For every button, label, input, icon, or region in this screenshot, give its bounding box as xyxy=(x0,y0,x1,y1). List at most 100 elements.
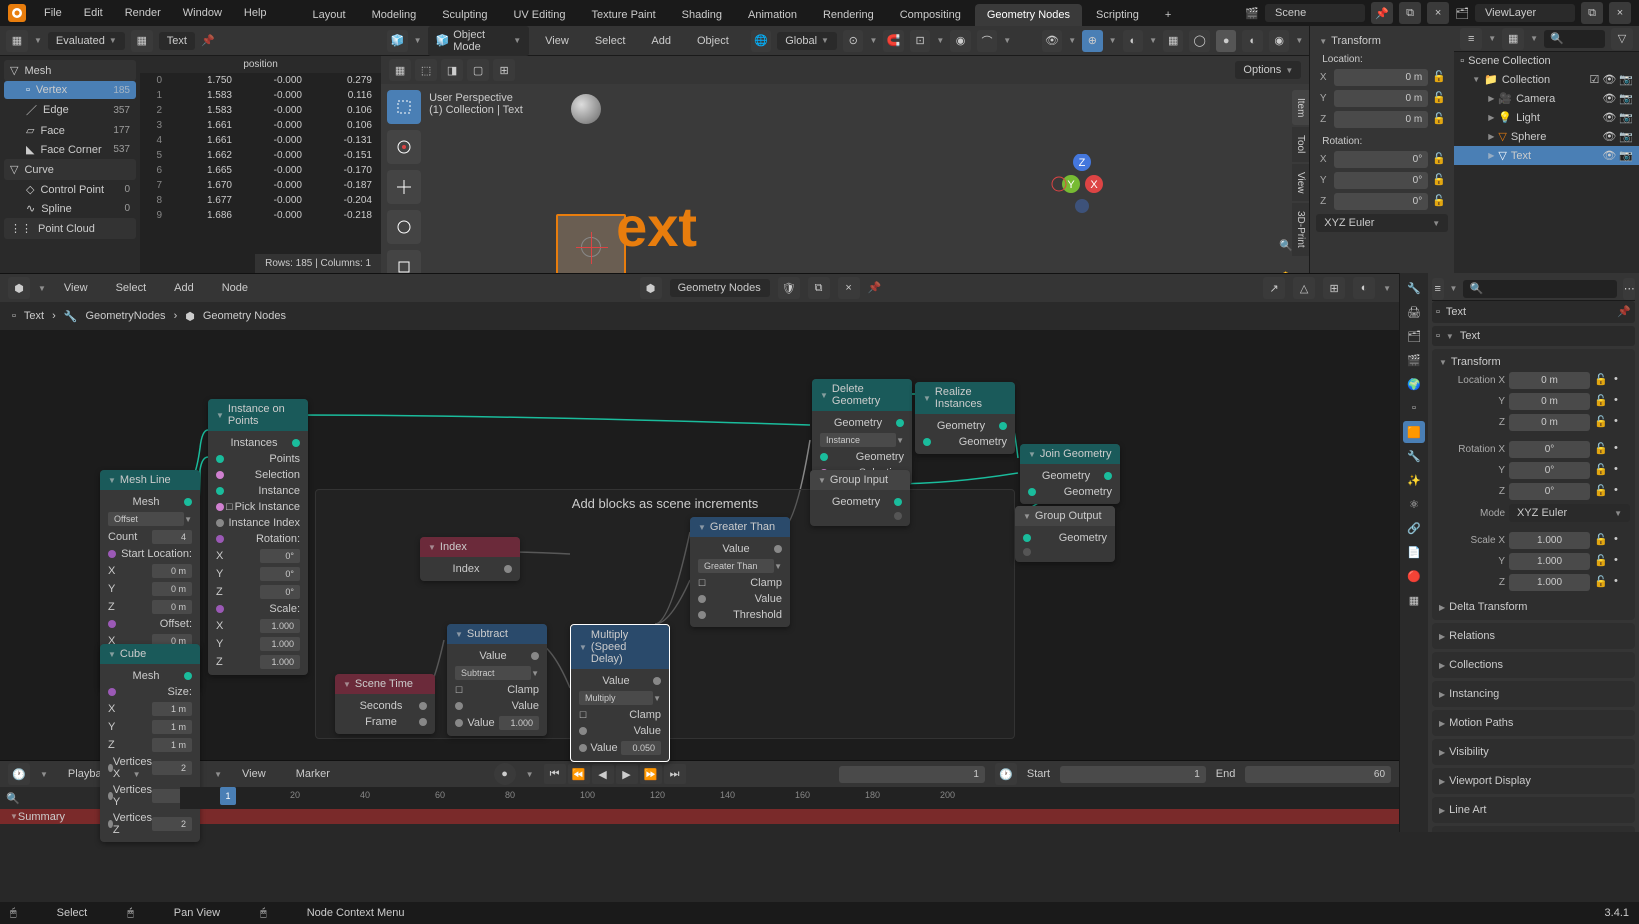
eval-dropdown[interactable]: Evaluated▼ xyxy=(48,32,125,50)
lock-icon[interactable]: 🔓 xyxy=(1594,415,1610,431)
table-row[interactable]: 81.677-0.000-0.204 xyxy=(140,193,381,208)
editor-type-icon[interactable]: ⬢ xyxy=(8,277,30,299)
3d-viewport[interactable]: User Perspective (1) Collection | Text xyxy=(381,84,1309,273)
blender-logo-icon[interactable] xyxy=(8,4,26,22)
sel-box-icon[interactable]: ⬚ xyxy=(415,59,437,81)
shield-icon[interactable]: 🛡 xyxy=(778,277,800,299)
rotation-field[interactable]: 0° xyxy=(1334,193,1428,210)
tab-output[interactable]: 🖨 xyxy=(1403,301,1425,323)
node-multiply[interactable]: ▼Multiply (Speed Delay) Value Multiply▼ … xyxy=(570,624,670,762)
mesh-header[interactable]: ▽Mesh xyxy=(4,60,136,81)
sel-all-icon[interactable]: ▦ xyxy=(389,59,411,81)
sel-none-icon[interactable]: ▢ xyxy=(467,59,489,81)
transform-field[interactable]: 1.000 xyxy=(1509,574,1590,591)
tab-shading[interactable]: Shading xyxy=(670,4,734,26)
ne-select[interactable]: Select xyxy=(106,278,157,298)
timeline-track[interactable]: 1 20406080100120140160180200 xyxy=(180,787,1399,809)
node-scenetime[interactable]: ▼Scene Time Seconds Frame xyxy=(335,674,435,734)
col-header[interactable]: position xyxy=(140,56,381,73)
nodetree-icon[interactable]: ⬢ xyxy=(640,277,662,299)
propedit-icon[interactable]: ◉ xyxy=(950,30,970,52)
shade-matprev-icon[interactable]: ◐ xyxy=(1242,30,1262,52)
pin-icon[interactable]: 📌 xyxy=(868,281,882,295)
section-header[interactable]: ▶Visibility xyxy=(1437,744,1630,760)
tab-physics[interactable]: ⚛ xyxy=(1403,493,1425,515)
node-group-input[interactable]: ▼Group Input Geometry xyxy=(810,470,910,526)
section-header[interactable]: ▶Custom Properties xyxy=(1437,831,1630,832)
table-row[interactable]: 41.661-0.000-0.131 xyxy=(140,133,381,148)
layer-copy-icon[interactable]: ⧉ xyxy=(1581,2,1603,24)
menu-edit[interactable]: Edit xyxy=(74,3,113,23)
options-dropdown[interactable]: Options▼ xyxy=(1235,61,1301,79)
dot-icon[interactable]: • xyxy=(1614,415,1630,431)
lock-icon[interactable]: 🔓 xyxy=(1594,442,1610,458)
node-greater-than[interactable]: ▼Greater Than Value Greater Than▼ ☐Clamp… xyxy=(690,517,790,627)
collection[interactable]: ▼📁 Collection ☑👁📷 xyxy=(1454,70,1639,89)
tab-animation[interactable]: Animation xyxy=(736,4,809,26)
checkbox-icon[interactable]: ☑ xyxy=(1589,73,1599,86)
ne-btn2[interactable]: △ xyxy=(1293,277,1315,299)
table-row[interactable]: 51.662-0.000-0.151 xyxy=(140,148,381,163)
tab-viewlayer[interactable]: 🗂 xyxy=(1403,325,1425,347)
vp-select[interactable]: Select xyxy=(585,31,636,51)
editor-type-icon[interactable]: 🧊 xyxy=(387,30,407,52)
tab-world[interactable]: 🌍 xyxy=(1403,373,1425,395)
eye-icon[interactable]: 👁 xyxy=(1602,111,1616,124)
dot-icon[interactable]: • xyxy=(1614,484,1630,500)
node-group-output[interactable]: ▼Group Output Geometry xyxy=(1015,506,1115,562)
camera-icon[interactable]: 📷 xyxy=(1619,111,1633,124)
tab-scripting[interactable]: Scripting xyxy=(1084,4,1151,26)
lock-icon[interactable]: 🔓 xyxy=(1432,91,1448,107)
ne-view[interactable]: View xyxy=(54,278,98,298)
node-instance-on-points[interactable]: ▼Instance on Points Instances Points Sel… xyxy=(208,399,308,675)
scene-collection[interactable]: ▫ Scene Collection xyxy=(1454,52,1639,70)
dot-icon[interactable]: • xyxy=(1614,373,1630,389)
current-frame-field[interactable]: 1 xyxy=(839,766,985,783)
location-field[interactable]: 0 m xyxy=(1334,69,1428,86)
delete-icon[interactable]: × xyxy=(838,277,860,299)
location-field[interactable]: 0 m xyxy=(1334,90,1428,107)
lock-icon[interactable]: 🔓 xyxy=(1432,152,1448,168)
tab-layout[interactable]: Layout xyxy=(301,4,358,26)
location-field[interactable]: 0 m xyxy=(1334,111,1428,128)
play-icon[interactable]: ▶ xyxy=(616,764,638,784)
eye-icon[interactable]: 👁 xyxy=(1602,149,1616,162)
menu-file[interactable]: File xyxy=(34,3,72,23)
bc-tree[interactable]: Geometry Nodes xyxy=(203,310,286,322)
lock-icon[interactable]: 🔓 xyxy=(1594,533,1610,549)
layer-delete-icon[interactable]: × xyxy=(1609,2,1631,24)
pointcloud-header[interactable]: ⋮⋮Point Cloud xyxy=(4,218,136,239)
shade-solid-icon[interactable]: ● xyxy=(1216,30,1236,52)
rotmode-dropdown[interactable]: XYZ Euler▼ xyxy=(1509,504,1630,522)
autokey-icon[interactable]: ● xyxy=(494,763,516,785)
outliner-item[interactable]: ▶▽ Sphere👁📷 xyxy=(1454,127,1639,146)
navigation-gizmo[interactable]: X Y Z xyxy=(1049,154,1109,214)
dot-icon[interactable]: • xyxy=(1614,394,1630,410)
clock-icon[interactable]: 🕐 xyxy=(995,763,1017,785)
gizmo-icon[interactable]: ⊕ xyxy=(1082,30,1102,52)
node-index[interactable]: ▼Index Index xyxy=(420,537,520,581)
overlay-icon[interactable]: ◐ xyxy=(1353,277,1375,299)
orient-icon[interactable]: 🌐 xyxy=(751,30,771,52)
tool-rotate[interactable] xyxy=(387,210,421,244)
camera-icon[interactable]: 📷 xyxy=(1619,92,1633,105)
transform-field[interactable]: 0° xyxy=(1509,483,1590,500)
obj-dropdown[interactable]: Text xyxy=(159,32,195,50)
ne-btn3[interactable]: ⊞ xyxy=(1323,277,1345,299)
lock-icon[interactable]: 🔓 xyxy=(1594,575,1610,591)
ne-node[interactable]: Node xyxy=(212,278,258,298)
jump-prev-icon[interactable]: ⏪ xyxy=(568,764,590,784)
tab-constraints[interactable]: 🔗 xyxy=(1403,517,1425,539)
tab-sculpting[interactable]: Sculpting xyxy=(430,4,499,26)
editor-type-icon[interactable]: ≡ xyxy=(1432,278,1444,300)
ne-btn1[interactable]: ↗ xyxy=(1263,277,1285,299)
sidebar-tab-tool[interactable]: Tool xyxy=(1292,127,1309,161)
scene-copy-icon[interactable]: ⧉ xyxy=(1399,2,1421,24)
section-header[interactable]: ▶Collections xyxy=(1437,657,1630,673)
tab-geonodes[interactable]: Geometry Nodes xyxy=(975,4,1082,26)
copy-icon[interactable]: ⧉ xyxy=(808,277,830,299)
lock-icon[interactable]: 🔓 xyxy=(1432,173,1448,189)
transform-field[interactable]: 0 m xyxy=(1509,393,1590,410)
lock-icon[interactable]: 🔓 xyxy=(1594,484,1610,500)
delta-transform-section[interactable]: ▶Delta Transform xyxy=(1437,599,1630,615)
